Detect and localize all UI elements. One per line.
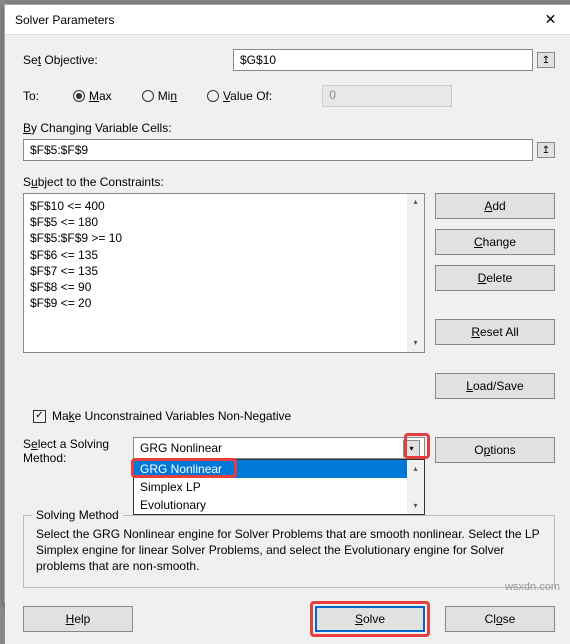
solver-dialog: Solver Parameters ✕ Set Objective: $G$10… <box>4 4 570 603</box>
constraint-item[interactable]: $F$10 <= 400 <box>30 198 418 214</box>
radio-max[interactable]: Max <box>73 89 112 103</box>
radio-circle-icon <box>207 90 219 102</box>
help-button[interactable]: Help <box>23 606 133 632</box>
constraint-item[interactable]: $F$5 <= 180 <box>30 214 418 230</box>
scrollbar[interactable]: ▴ ▾ <box>407 194 424 352</box>
load-save-button[interactable]: Load/Save <box>435 373 555 399</box>
solve-button[interactable]: Solve <box>315 606 425 632</box>
groupbox-title: Solving Method <box>32 508 123 522</box>
method-dropdown-list[interactable]: GRG Nonlinear Simplex LP Evolutionary ▴ … <box>133 459 425 515</box>
radio-min-label: Min <box>158 89 177 103</box>
chevron-down-icon[interactable]: ▾ <box>403 440 420 457</box>
radio-max-label: Max <box>89 89 112 103</box>
to-radio-group: Max Min Value Of: 0 <box>73 85 452 107</box>
radio-min[interactable]: Min <box>142 89 177 103</box>
add-button[interactable]: Add <box>435 193 555 219</box>
changing-cells-value: $F$5:$F$9 <box>30 143 88 157</box>
dropdown-item-grg[interactable]: GRG Nonlinear <box>134 460 424 478</box>
nonneg-label: Make Unconstrained Variables Non-Negativ… <box>52 409 291 423</box>
radio-valueof[interactable]: Value Of: <box>207 89 272 103</box>
changing-refedit-icon[interactable]: ↥ <box>537 142 555 158</box>
objective-refedit-icon[interactable]: ↥ <box>537 52 555 68</box>
valueof-input[interactable]: 0 <box>322 85 452 107</box>
window-title: Solver Parameters <box>15 13 114 27</box>
scroll-down-icon[interactable]: ▾ <box>407 497 424 514</box>
dialog-content: Set Objective: $G$10 ↥ To: Max Min Value <box>5 35 570 644</box>
to-label: To: <box>23 89 73 103</box>
radio-valueof-label: Value Of: <box>223 89 272 103</box>
solving-method-group: Solving Method Select the GRG Nonlinear … <box>23 515 555 588</box>
watermark: wsxdn.com <box>505 581 560 593</box>
constraints-listbox[interactable]: $F$10 <= 400 $F$5 <= 180 $F$5:$F$9 >= 10… <box>23 193 425 353</box>
constraint-item[interactable]: $F$7 <= 135 <box>30 263 418 279</box>
changing-cells-input[interactable]: $F$5:$F$9 <box>23 139 533 161</box>
constraint-item[interactable]: $F$8 <= 90 <box>30 279 418 295</box>
constraints-label: Subject to the Constraints: <box>23 175 164 189</box>
dropdown-item-simplex[interactable]: Simplex LP <box>134 478 424 496</box>
scrollbar[interactable]: ▴ ▾ <box>407 460 424 514</box>
objective-value: $G$10 <box>240 53 276 67</box>
method-label: Select a Solving Method: <box>23 437 123 465</box>
radio-circle-icon <box>142 90 154 102</box>
scroll-track[interactable] <box>407 211 424 335</box>
objective-input[interactable]: $G$10 <box>233 49 533 71</box>
reset-all-button[interactable]: Reset All <box>435 319 555 345</box>
scroll-up-icon[interactable]: ▴ <box>407 460 424 477</box>
scroll-track[interactable] <box>407 477 424 497</box>
nonneg-checkbox[interactable]: ✓ <box>33 410 46 423</box>
delete-button[interactable]: Delete <box>435 265 555 291</box>
method-dropdown[interactable]: GRG Nonlinear ▾ <box>133 437 425 459</box>
method-selected: GRG Nonlinear <box>140 441 222 455</box>
change-button[interactable]: Change <box>435 229 555 255</box>
dropdown-item-evolutionary[interactable]: Evolutionary <box>134 496 424 514</box>
close-button[interactable]: Close <box>445 606 555 632</box>
constraint-item[interactable]: $F$6 <= 135 <box>30 247 418 263</box>
titlebar: Solver Parameters ✕ <box>5 5 570 35</box>
scroll-up-icon[interactable]: ▴ <box>407 194 424 211</box>
constraint-item[interactable]: $F$5:$F$9 >= 10 <box>30 230 418 246</box>
scroll-down-icon[interactable]: ▾ <box>407 335 424 352</box>
close-icon[interactable]: ✕ <box>528 5 570 35</box>
options-button[interactable]: Options <box>435 437 555 463</box>
constraint-item[interactable]: $F$9 <= 20 <box>30 295 418 311</box>
set-objective-label: Set Objective: <box>23 53 233 67</box>
changing-cells-label: By Changing Variable Cells: <box>23 121 172 135</box>
radio-circle-icon <box>73 90 85 102</box>
groupbox-text: Select the GRG Nonlinear engine for Solv… <box>36 526 542 575</box>
